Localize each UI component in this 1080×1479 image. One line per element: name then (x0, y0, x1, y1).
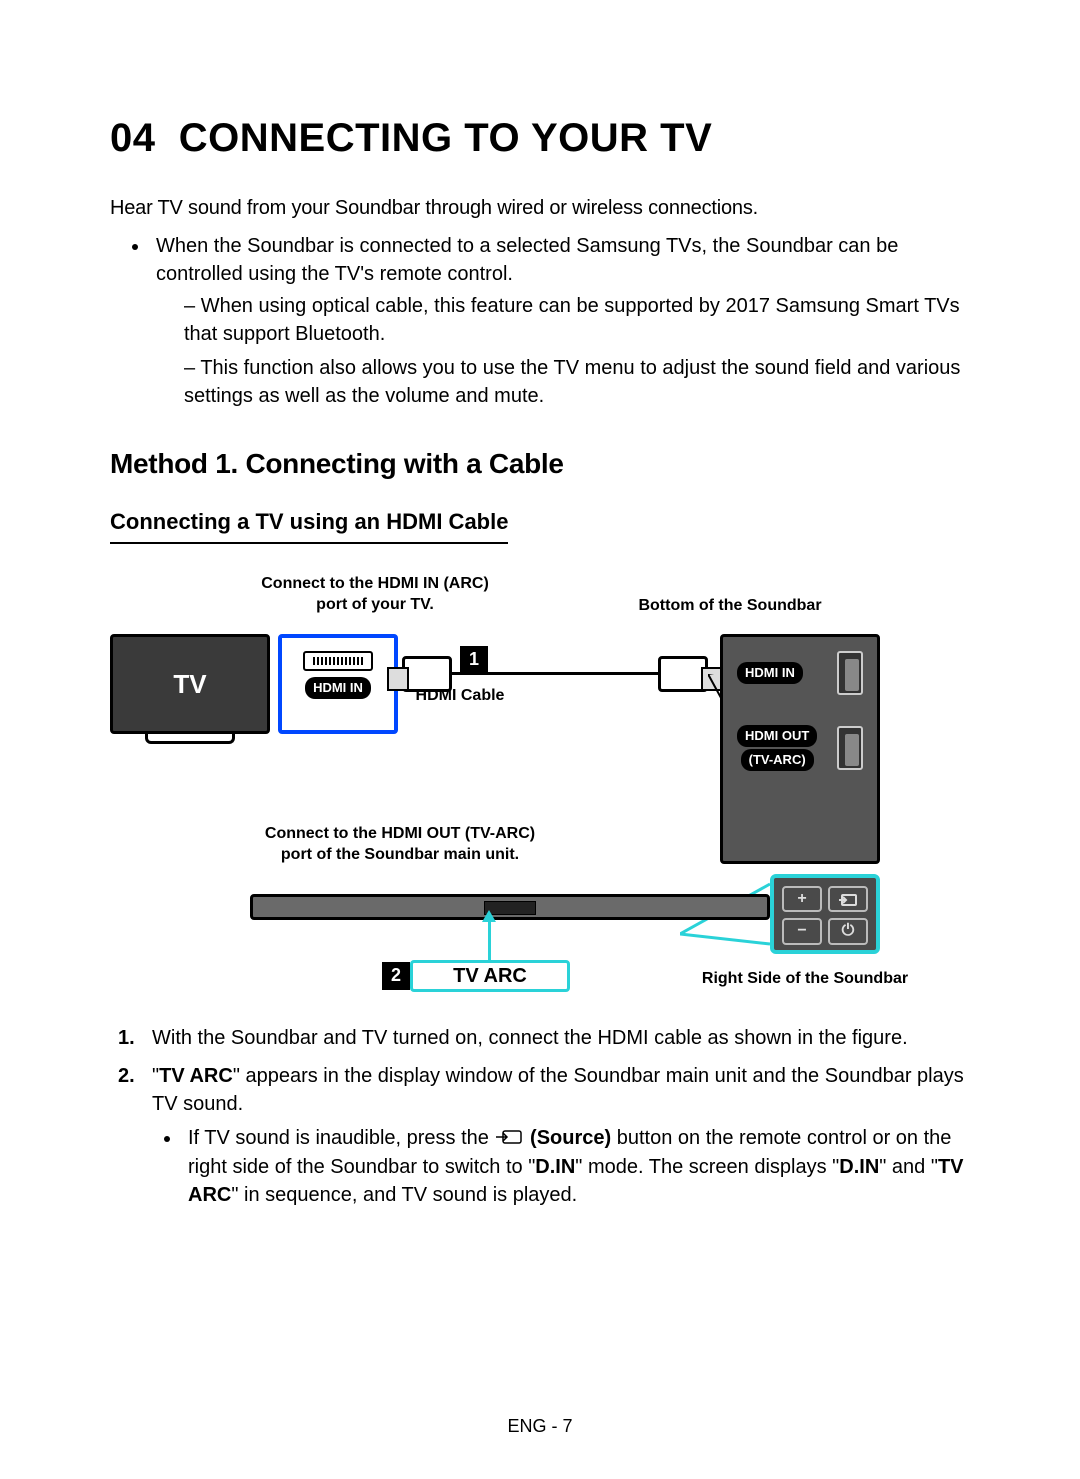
hdmi-in-arc-pill: HDMI IN (305, 677, 371, 699)
instruction-steps: With the Soundbar and TV turned on, conn… (110, 1024, 980, 1209)
hdmi-in-port-icon (837, 651, 863, 695)
top-bullet-list: When the Soundbar is connected to a sele… (110, 232, 980, 410)
step-1: With the Soundbar and TV turned on, conn… (140, 1024, 980, 1052)
tv-arc-pointer (488, 920, 491, 964)
sub-heading: Connecting a TV using an HDMI Cable (110, 507, 508, 544)
hdmi-in-pill: HDMI IN (737, 662, 803, 684)
hdmi-plug-right-icon (658, 656, 708, 692)
step-2-text: "TV ARC" appears in the display window o… (152, 1065, 964, 1115)
label-connect-tv: Connect to the HDMI IN (ARC) port of you… (260, 574, 490, 616)
intro-text: Hear TV sound from your Soundbar through… (110, 194, 980, 222)
chapter-title: CONNECTING TO YOUR TV (179, 116, 713, 160)
dash-item-1: When using optical cable, this feature c… (184, 292, 980, 348)
chapter-number: 04 (110, 116, 156, 160)
source-icon (828, 886, 868, 912)
top-bullet-text: When the Soundbar is connected to a sele… (156, 235, 898, 285)
label-hdmi-cable: HDMI Cable (410, 686, 510, 707)
step-2-sublist: If TV sound is inaudible, press the (Sou… (152, 1124, 980, 1209)
tv-stand (145, 734, 235, 744)
hdmi-out-pill: HDMI OUT (737, 725, 817, 747)
dash-list: When using optical cable, this feature c… (156, 292, 980, 410)
hdmi-out-port-icon (837, 726, 863, 770)
step-1-text: With the Soundbar and TV turned on, conn… (152, 1027, 908, 1049)
label-connect-soundbar: Connect to the HDMI OUT (TV-ARC) port of… (250, 824, 550, 866)
chapter-heading: 04 CONNECTING TO YOUR TV (110, 110, 980, 166)
top-bullet: When the Soundbar is connected to a sele… (150, 232, 980, 410)
label-bottom-soundbar: Bottom of the Soundbar (630, 596, 830, 617)
soundbar-back-panel: HDMI IN HDMI OUT (TV-ARC) (720, 634, 880, 864)
step-badge-2: 2 (382, 962, 410, 990)
connection-diagram: Connect to the HDMI IN (ARC) port of you… (110, 574, 980, 994)
hdmi-slot-icon (303, 651, 373, 671)
tv-label: TV (173, 666, 206, 702)
tv-illustration: TV (110, 634, 270, 734)
tv-arc-display: TV ARC (410, 960, 570, 992)
method-heading: Method 1. Connecting with a Cable (110, 444, 980, 483)
page-footer: ENG - 7 (0, 1414, 1080, 1439)
dash-item-2: This function also allows you to use the… (184, 354, 980, 410)
tv-arc-sub-pill: (TV-ARC) (741, 749, 814, 771)
step-2-sub: If TV sound is inaudible, press the (Sou… (182, 1124, 980, 1209)
hdmi-in-arc-port: HDMI IN (ARC) (278, 634, 398, 734)
label-right-side: Right Side of the Soundbar (690, 969, 920, 990)
step-badge-1: 1 (460, 646, 488, 674)
soundbar-body (250, 894, 770, 920)
step-2: "TV ARC" appears in the display window o… (140, 1062, 980, 1209)
arc-sub: (ARC) (320, 699, 357, 717)
power-icon: ⏻ (828, 918, 868, 944)
source-inline-icon (496, 1125, 522, 1153)
